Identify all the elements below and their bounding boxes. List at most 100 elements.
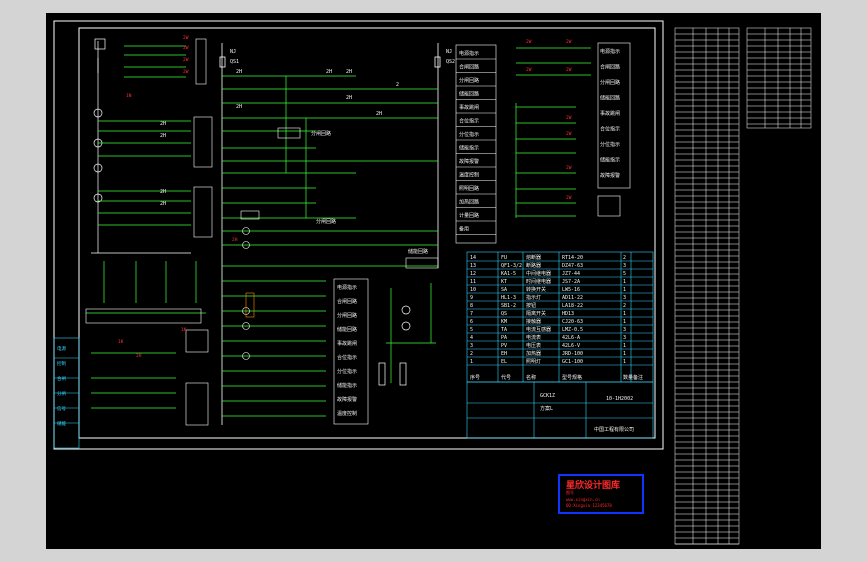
bom-cell: 电流互感器 xyxy=(526,326,551,333)
bom-cell: PA xyxy=(501,335,507,341)
svg-text:储能回路: 储能回路 xyxy=(408,248,428,255)
bom-cell: 1 xyxy=(623,359,626,365)
right-desc-labels: 电源指示合闸回路分闸回路储能回路事故跳闸合位指示分位指示储能指示故障报警 xyxy=(600,48,620,179)
bom-cell: 11 xyxy=(470,279,476,285)
mid-desc-label: 事故跳闸 xyxy=(459,104,479,111)
bom-cell: 熔断器 xyxy=(526,254,541,261)
title-block-sub: 方案L xyxy=(540,405,553,412)
svg-text:NJ: NJ xyxy=(230,49,236,55)
stamp-line-1: 图号 xyxy=(566,490,574,495)
left-annotations: 2W 2W 2W 2W 1N 2H 2H 2H 2H 1K 1K 2H xyxy=(118,35,189,359)
right-desc-label: 故障报警 xyxy=(600,172,620,179)
svg-text:2W: 2W xyxy=(526,39,532,45)
bom-cell: 2 xyxy=(470,351,473,357)
right-desc-label: 事故跳闸 xyxy=(600,110,620,117)
mid-desc-label: 储能回路 xyxy=(459,91,479,98)
bom-cell: 1 xyxy=(623,319,626,325)
bom-cell: QF1-3/2 xyxy=(501,263,522,269)
bom-cell: 1 xyxy=(623,343,626,349)
bom-header-cell: 名称 xyxy=(526,374,536,381)
bom-cell: KM xyxy=(501,319,507,325)
bom-cell: 6 xyxy=(470,319,473,325)
left-legend-label: 储能 xyxy=(57,420,66,427)
bom-cell: 1 xyxy=(623,279,626,285)
bom-cell: 加热器 xyxy=(526,350,541,357)
right-desc-label: 合位指示 xyxy=(600,126,620,133)
svg-text:1N: 1N xyxy=(126,93,132,99)
svg-text:QS2: QS2 xyxy=(446,59,455,65)
svg-text:2W: 2W xyxy=(183,45,189,51)
svg-text:2H: 2H xyxy=(160,189,166,195)
lower-desc-label: 故障报警 xyxy=(337,396,357,403)
lower-desc-label: 合闸回路 xyxy=(337,298,357,305)
bom-cell: SB1-2 xyxy=(501,303,516,309)
mid-desc-label: 储能指示 xyxy=(459,145,479,152)
bom-cell: RT14-20 xyxy=(562,255,583,261)
bom-cell: QS xyxy=(501,311,507,317)
svg-text:QS1: QS1 xyxy=(230,59,239,65)
bom-cell: DZ47-63 xyxy=(562,263,583,269)
bom-cell: 10 xyxy=(470,287,476,293)
bom-cell: 隔离开关 xyxy=(526,310,546,317)
mid-desc-label: 温度控制 xyxy=(459,172,479,179)
bom-cell: JZ7-44 xyxy=(562,271,580,277)
bom-cell: JRD-100 xyxy=(562,351,583,357)
bom-cell: 3 xyxy=(623,335,626,341)
bom-table: 14 FU 熔断器 RT14-20 213 QF1-3/2 断路器 DZ47-63 312 KA1… xyxy=(467,254,653,381)
bom-cell: 1 xyxy=(623,311,626,317)
left-legend-label: 控制 xyxy=(57,360,66,367)
title-block-code: 10-1H2002 xyxy=(606,396,633,402)
bom-cell: HL1-3 xyxy=(501,295,516,301)
svg-text:1K: 1K xyxy=(118,339,124,345)
bom-cell: 1 xyxy=(470,359,473,365)
left-relay-rows xyxy=(86,45,206,409)
bom-header-cell: 型号规格 xyxy=(562,374,582,381)
svg-text:2H: 2H xyxy=(346,69,352,75)
bom-cell: 3 xyxy=(623,263,626,269)
svg-text:2H: 2H xyxy=(136,353,142,359)
lower-desc-label: 储能回路 xyxy=(337,326,357,333)
bom-cell: LW5-16 xyxy=(562,287,580,293)
bom-cell: PV xyxy=(501,343,507,349)
left-boxes xyxy=(85,38,213,426)
wiring-table-rows xyxy=(675,33,739,545)
svg-text:2: 2 xyxy=(396,82,399,88)
bom-cell: 12 xyxy=(470,271,476,277)
mid-desc-label: 照明回路 xyxy=(459,185,479,192)
bom-cell: 照明灯 xyxy=(526,358,541,365)
bom-header-cell: 备注 xyxy=(633,374,643,381)
right-desc-label: 储能指示 xyxy=(600,157,620,164)
svg-text:2H: 2H xyxy=(326,69,332,75)
bom-cell: JS7-2A xyxy=(562,279,580,285)
bom-cell: KT xyxy=(501,279,507,285)
bom-cell: 按钮 xyxy=(526,302,536,309)
bom-cell: 指示灯 xyxy=(526,294,541,301)
bom-cell: AD11-22 xyxy=(562,295,583,301)
control-bus xyxy=(219,43,441,425)
right-desc-label: 电源指示 xyxy=(600,48,620,55)
bom-cell: 4 xyxy=(470,335,473,341)
control-annotations: NJ QS1 2H 2H 2 2H 2H 分闸回路 分闸回路 储能回路 2H 2H 2H… xyxy=(230,49,455,255)
lower-desc-label: 电源指示 xyxy=(337,284,357,291)
left-legend-labels: 电源控制合闸分闸信号储能 xyxy=(57,345,66,427)
mid-desc-label: 故障报警 xyxy=(459,158,479,165)
bom-cell: 9 xyxy=(470,295,473,301)
stamp-line-3: QQ:Xingxin 12345678 xyxy=(566,503,612,508)
indicator-circuit xyxy=(378,283,436,386)
svg-text:分闸回路: 分闸回路 xyxy=(311,130,331,137)
svg-text:2H: 2H xyxy=(236,69,242,75)
title-block-company: 中国工程有限公司 xyxy=(594,426,634,433)
mid-desc-label: 分闸回路 xyxy=(459,77,479,84)
svg-text:分闸回路: 分闸回路 xyxy=(316,218,336,225)
bom-cell: FU xyxy=(501,255,507,261)
svg-text:2W: 2W xyxy=(526,67,532,73)
schematic-drawing: 2W 2W 2W 2W 1N 2H 2H 2H 2H 1K 1K 2H 电源控制合闸分闸信… xyxy=(53,20,812,545)
watermark-stamp: 星欣设计图库 图号 www.xingxin.cn QQ:Xingxin 1234… xyxy=(558,474,644,514)
right-desc-label: 分闸回路 xyxy=(600,79,620,86)
svg-text:2H: 2H xyxy=(346,95,352,101)
bom-cell: 接触器 xyxy=(526,318,541,325)
bom-cell: SA xyxy=(501,287,507,293)
mid-desc-label: 备用 xyxy=(459,226,469,233)
right-desc-label: 储能回路 xyxy=(600,95,620,102)
right-desc-label: 分位指示 xyxy=(600,141,620,148)
